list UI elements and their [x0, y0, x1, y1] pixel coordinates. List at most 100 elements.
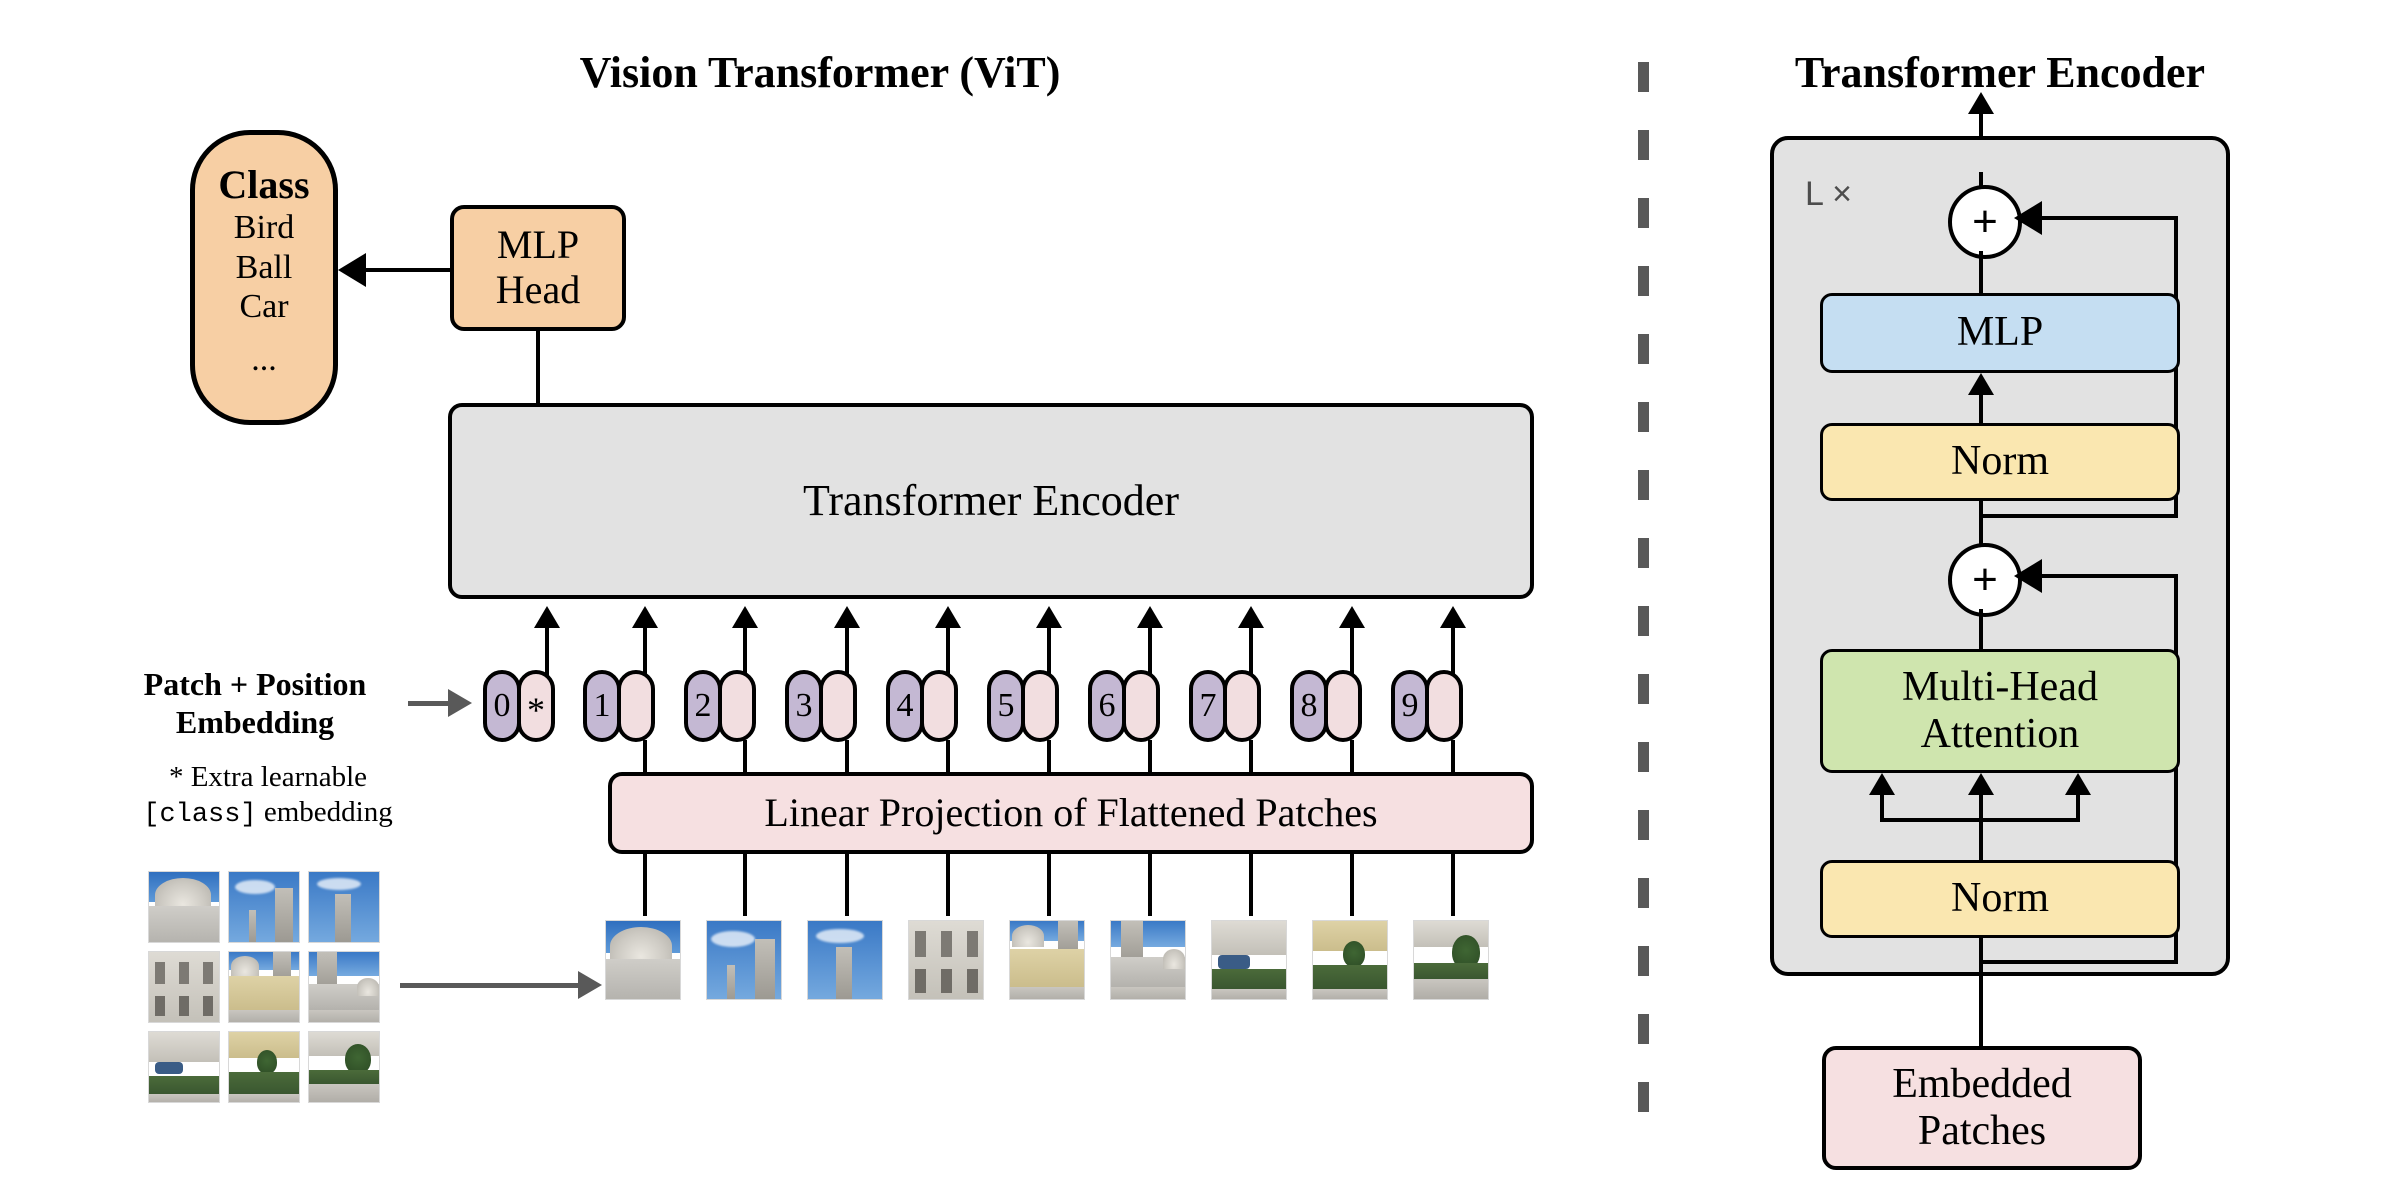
norm-top-to-mlp-line	[1979, 395, 1983, 425]
token-8-patch-pill	[1324, 670, 1362, 742]
token-3-position-pill: 3	[785, 670, 823, 742]
qkv-center-arrowhead	[1968, 773, 1994, 795]
embedding-label-line2: Embedding	[175, 704, 335, 741]
token-4[interactable]: 4	[886, 670, 958, 742]
mid-add-to-attention-line	[1979, 609, 1983, 651]
strip-patch-8	[1312, 920, 1388, 1000]
transformer-encoder-box: Transformer Encoder	[448, 403, 1534, 599]
mid-skip-horizontal-bottom	[1979, 960, 2178, 964]
embedded-patches-to-norm-line	[1979, 938, 1983, 1048]
token-3[interactable]: 3	[785, 670, 857, 742]
token-0[interactable]: 0 *	[483, 670, 555, 742]
norm-top-label: Norm	[1951, 438, 2049, 485]
token-0-position-pill: 0	[483, 670, 521, 742]
strip-patch-2	[706, 920, 782, 1000]
mlp-block-label: MLP	[1956, 309, 2044, 356]
qkv-center-branch	[1979, 795, 1983, 820]
mlp-head-line1: MLP	[496, 222, 580, 268]
token-1[interactable]: 1	[583, 670, 655, 742]
strip-patch-4	[908, 920, 984, 1000]
mlp-block: MLP	[1820, 293, 2180, 373]
source-patch-r0c0	[148, 871, 220, 943]
strip-patch-1	[605, 920, 681, 1000]
footnote-class-token: [class]	[143, 799, 257, 830]
panel-divider	[1638, 62, 1649, 1124]
source-patch-r1c1	[228, 951, 300, 1023]
footnote-line1-text: Extra learnable	[190, 761, 368, 793]
token-0-class-pill: *	[517, 670, 555, 742]
left-panel-title: Vision Transformer (ViT)	[579, 48, 1061, 97]
embedding-label-line1: Patch + Position	[143, 666, 367, 702]
norm-bottom-block: Norm	[1820, 860, 2180, 938]
token-5[interactable]: 5	[987, 670, 1059, 742]
token-5-patch-pill	[1021, 670, 1059, 742]
source-patch-r0c1	[228, 871, 300, 943]
strip-patch-5	[1009, 920, 1085, 1000]
embedded-patches-line1: Embedded	[1892, 1060, 2072, 1107]
linear-projection-box: Linear Projection of Flattened Patches	[608, 772, 1534, 854]
mlp-head-line2: Head	[495, 267, 581, 312]
grid-to-strip-arrowhead	[578, 971, 602, 999]
top-skip-arrowhead	[2014, 201, 2042, 235]
source-patch-r1c0	[148, 951, 220, 1023]
class-ellipsis: ...	[251, 340, 277, 378]
strip-patch-9	[1413, 920, 1489, 1000]
class-item-2: Car	[239, 288, 289, 326]
token-3-patch-pill	[819, 670, 857, 742]
norm-bottom-label: Norm	[1951, 875, 2049, 922]
token-6-patch-pill	[1122, 670, 1160, 742]
token-7[interactable]: 7	[1189, 670, 1261, 742]
token-2[interactable]: 2	[684, 670, 756, 742]
source-patch-r2c2	[308, 1031, 380, 1103]
footnote-line2-text: embedding	[263, 795, 393, 828]
qkv-right-stem	[2076, 795, 2080, 820]
mlp-head-to-encoder-line	[536, 331, 540, 405]
token-6[interactable]: 6	[1088, 670, 1160, 742]
mid-skip-horizontal-top	[2040, 574, 2178, 578]
mlp-head-box: MLP Head	[450, 205, 626, 331]
token-9[interactable]: 9	[1391, 670, 1463, 742]
residual-add-middle: +	[1948, 543, 2022, 617]
qkv-left-arrowhead	[1869, 773, 1895, 795]
mid-skip-arrowhead	[2014, 559, 2042, 593]
strip-patch-3	[807, 920, 883, 1000]
embedding-annotation-arrowhead	[448, 689, 472, 717]
mlp-head-to-class-arrowhead	[338, 253, 366, 287]
residual-add-middle-symbol: +	[1972, 555, 1998, 604]
residual-add-top-symbol: +	[1972, 197, 1998, 246]
token-2-position-pill: 2	[684, 670, 722, 742]
token-8-position-pill: 8	[1290, 670, 1328, 742]
qkv-center-stem	[1979, 820, 1983, 862]
norm-top-block: Norm	[1820, 423, 2180, 501]
source-patch-r0c2	[308, 871, 380, 943]
class-item-0: Bird	[233, 209, 295, 247]
attention-line1: Multi-Head	[1902, 663, 2098, 710]
source-patch-r2c0	[148, 1031, 220, 1103]
class-embedding-footnote: * Extra learnable [class] embedding	[118, 760, 418, 831]
strip-patch-7	[1211, 920, 1287, 1000]
token-2-patch-pill	[718, 670, 756, 742]
embedded-patches-line2: Patches	[1917, 1108, 2047, 1154]
qkv-right-arrowhead	[2065, 773, 2091, 795]
attention-line2: Attention	[1920, 711, 2080, 757]
token-4-position-pill: 4	[886, 670, 924, 742]
encoder-output-arrowhead	[1968, 92, 1994, 114]
linear-projection-label: Linear Projection of Flattened Patches	[764, 789, 1378, 835]
embedding-annotation-arrow-line	[408, 701, 450, 706]
footnote-star-marker: *	[168, 761, 184, 793]
token-9-position-pill: 9	[1391, 670, 1429, 742]
transformer-encoder-label: Transformer Encoder	[803, 476, 1179, 526]
qkv-left-stem	[1880, 795, 1884, 820]
token-4-patch-pill	[920, 670, 958, 742]
strip-patch-6	[1110, 920, 1186, 1000]
residual-add-top: +	[1948, 185, 2022, 259]
token-7-patch-pill	[1223, 670, 1261, 742]
mlp-head-to-class-line	[360, 268, 450, 272]
top-skip-horizontal-bottom	[1979, 514, 2178, 518]
multi-head-attention-block: Multi-Head Attention	[1820, 649, 2180, 773]
class-heading: Class	[218, 162, 310, 207]
class-output-capsule: Class Bird Ball Car ...	[190, 130, 338, 425]
source-patch-r1c2	[308, 951, 380, 1023]
token-8[interactable]: 8	[1290, 670, 1362, 742]
top-skip-horizontal-top	[2040, 216, 2178, 220]
